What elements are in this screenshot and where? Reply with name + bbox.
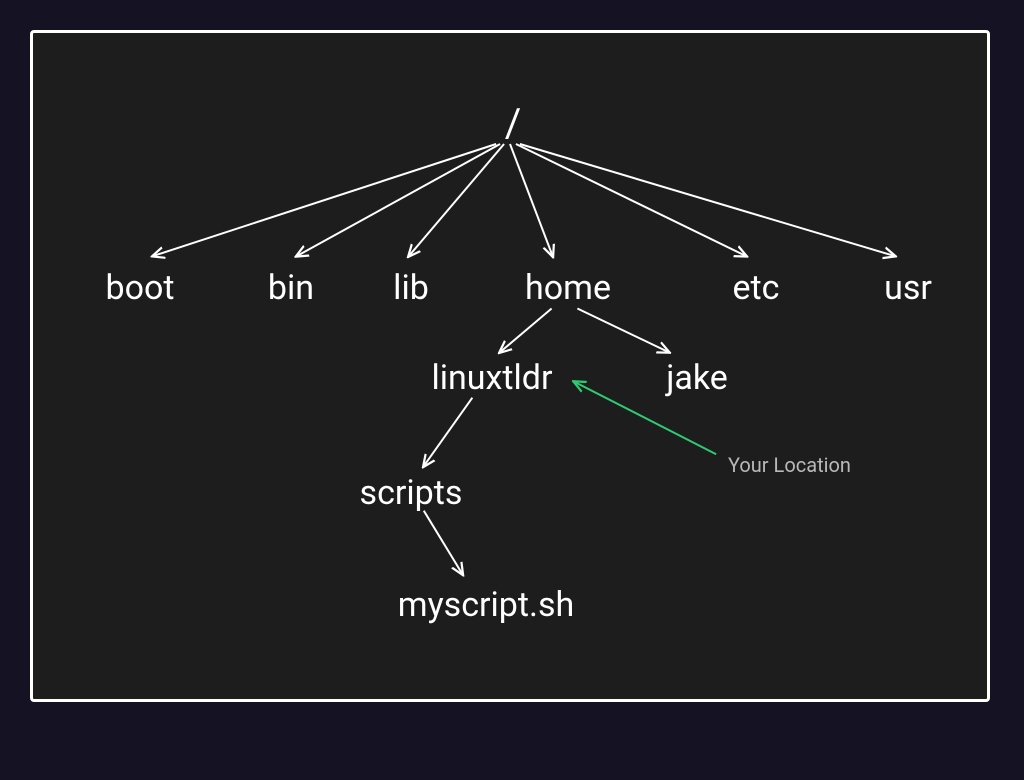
arrow-root-boot bbox=[153, 144, 496, 256]
arrow-linuxtldr-scripts bbox=[424, 398, 473, 466]
node-bin: bin bbox=[268, 268, 314, 308]
annotation-your-location: Your Location bbox=[728, 453, 851, 477]
node-usr: usr bbox=[884, 268, 932, 308]
node-myscript: myscript.sh bbox=[398, 585, 575, 625]
diagram-frame: / boot bin lib home etc usr linuxtldr ja… bbox=[30, 30, 990, 702]
node-boot: boot bbox=[106, 268, 175, 308]
arrow-root-home bbox=[510, 144, 553, 256]
node-scripts: scripts bbox=[360, 473, 463, 513]
arrow-home-linuxtldr bbox=[500, 309, 552, 353]
node-home: home bbox=[525, 268, 611, 308]
node-jake: jake bbox=[666, 358, 728, 398]
node-root: / bbox=[505, 100, 522, 147]
arrow-root-usr bbox=[520, 144, 895, 256]
node-linuxtldr: linuxtldr bbox=[431, 358, 552, 398]
node-lib: lib bbox=[393, 268, 429, 308]
arrow-root-etc bbox=[516, 144, 746, 256]
node-etc: etc bbox=[733, 268, 780, 308]
arrow-scripts-myscript bbox=[424, 511, 463, 574]
arrow-root-lib bbox=[409, 144, 504, 256]
arrow-home-jake bbox=[577, 309, 668, 353]
